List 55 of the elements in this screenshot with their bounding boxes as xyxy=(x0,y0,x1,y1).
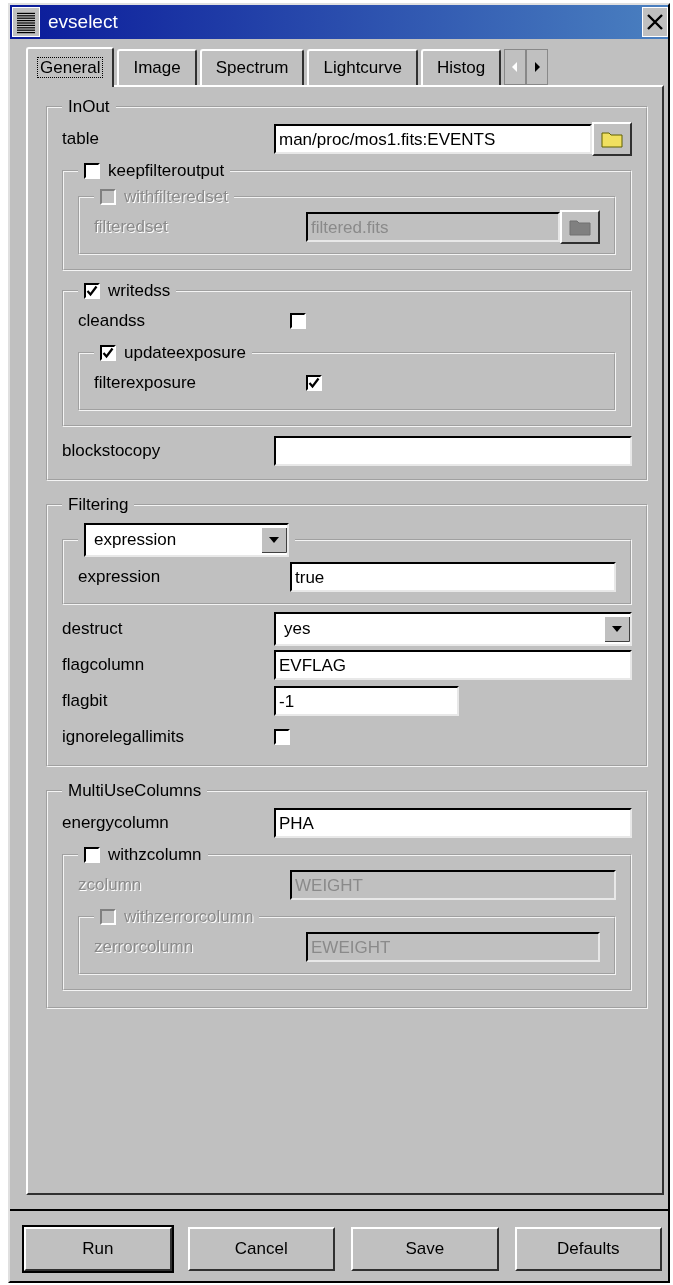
browse-button[interactable] xyxy=(592,122,632,156)
tab[interactable]: Spectrum xyxy=(199,49,305,85)
text-field[interactable]: -1 xyxy=(274,686,459,716)
field-label: flagcolumn xyxy=(62,655,146,675)
tab[interactable]: Lightcurve xyxy=(307,49,418,85)
close-icon[interactable] xyxy=(642,7,668,37)
field-label: filteredset xyxy=(94,217,169,237)
checkbox-label: updateexposure xyxy=(124,343,246,363)
dropdown[interactable]: yes xyxy=(274,612,632,646)
checkbox-label: withzerrorcolumn xyxy=(124,907,254,927)
checkbox-label: withfilteredset xyxy=(124,187,228,207)
field-label: table xyxy=(62,129,100,149)
text-field[interactable]: true xyxy=(290,562,616,592)
field-label: ignorelegallimits xyxy=(62,727,185,747)
field-label: zcolumn xyxy=(78,875,143,895)
tab[interactable]: Histog xyxy=(420,49,502,85)
checkbox[interactable] xyxy=(84,847,100,863)
text-field[interactable]: PHA xyxy=(274,808,632,838)
text-field[interactable]: man/proc/mos1.fits:EVENTS xyxy=(274,124,592,154)
checkbox-label: withzcolumn xyxy=(108,845,202,865)
field-label: expression xyxy=(78,567,162,587)
field-label: cleandss xyxy=(78,311,147,331)
checkbox[interactable] xyxy=(290,313,306,329)
caret-icon xyxy=(604,616,630,642)
dialog-button[interactable]: Save xyxy=(351,1227,499,1271)
checkbox[interactable] xyxy=(274,729,290,745)
folder-icon xyxy=(601,130,623,148)
text-field[interactable] xyxy=(274,436,632,466)
scroll-right-icon[interactable] xyxy=(526,49,549,85)
dialog-button[interactable]: Cancel xyxy=(187,1227,335,1271)
caret-icon xyxy=(261,527,287,553)
field-label: zerrorcolumn xyxy=(94,937,195,957)
section-title: Filtering xyxy=(68,495,129,514)
checkbox-label: keepfilteroutput xyxy=(108,161,225,181)
section-title: MultiUseColumns xyxy=(68,781,202,800)
checkbox-label: writedss xyxy=(108,281,171,301)
checkbox[interactable] xyxy=(84,283,100,299)
field-label: destruct xyxy=(62,619,124,639)
tab[interactable]: Image xyxy=(117,49,197,85)
dialog-button[interactable]: Defaults xyxy=(514,1227,662,1271)
dialog-button[interactable]: Run xyxy=(24,1227,172,1271)
checkbox[interactable] xyxy=(100,345,116,361)
tab[interactable]: General xyxy=(26,47,115,87)
folder-icon xyxy=(569,218,591,236)
checkbox[interactable] xyxy=(84,163,100,179)
window-title: evselect xyxy=(48,11,119,33)
dropdown[interactable]: expression xyxy=(84,523,289,557)
field-label: flagbit xyxy=(62,691,109,711)
checkbox[interactable] xyxy=(306,375,322,391)
field-label: filterexposure xyxy=(94,373,198,393)
text-field[interactable]: EVFLAG xyxy=(274,650,632,680)
menu-icon[interactable] xyxy=(12,7,40,37)
field-label: energycolumn xyxy=(62,813,170,833)
section-title: InOut xyxy=(68,97,110,116)
field-label: blockstocopy xyxy=(62,441,162,461)
